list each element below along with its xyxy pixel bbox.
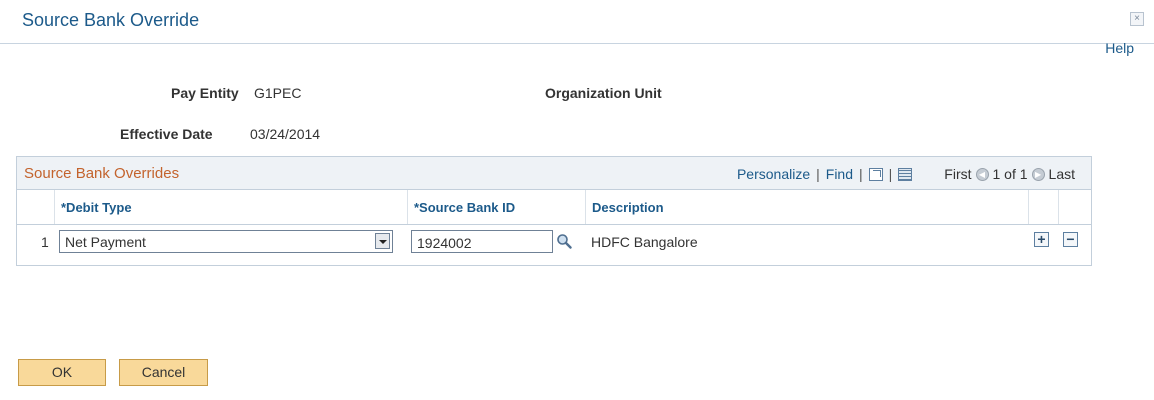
separator: | (888, 166, 893, 182)
column-header-description: Description (586, 190, 1029, 224)
debit-type-value: Net Payment (65, 234, 146, 250)
first-label: First (944, 166, 972, 182)
dialog-titlebar: Source Bank Override × (0, 0, 1154, 44)
column-header-source-bank-id[interactable]: *Source Bank ID (408, 190, 586, 224)
effective-date-label: Effective Date (120, 126, 213, 142)
source-bank-overrides-grid: Source Bank Overrides Personalize | Find… (16, 156, 1092, 266)
last-label: Last (1048, 166, 1075, 182)
magnifier-icon[interactable] (556, 233, 572, 249)
previous-arrow-icon[interactable]: ◀ (975, 167, 989, 181)
view-all-icon[interactable] (868, 167, 883, 181)
next-arrow-icon[interactable]: ▶ (1031, 167, 1045, 181)
dialog-title: Source Bank Override (22, 10, 200, 30)
cancel-button[interactable]: Cancel (119, 359, 208, 386)
add-column-header (1029, 190, 1059, 224)
ok-button[interactable]: OK (18, 359, 106, 386)
separator: | (816, 166, 820, 182)
close-icon[interactable]: × (1130, 12, 1144, 26)
organization-unit-label: Organization Unit (545, 85, 662, 101)
table-row: 1 Net Payment HDFC Bangalore + − (17, 224, 1091, 263)
chevron-down-icon[interactable] (375, 233, 390, 249)
personalize-link[interactable]: Personalize (737, 166, 810, 182)
row-number: 1 (41, 234, 49, 250)
grid-title: Source Bank Overrides (24, 165, 180, 182)
delete-row-icon[interactable]: − (1063, 232, 1078, 247)
grid-header: Source Bank Overrides Personalize | Find… (17, 157, 1091, 190)
page-info: 1 of 1 (992, 166, 1028, 182)
description-value: HDFC Bangalore (591, 234, 698, 250)
add-row-icon[interactable]: + (1034, 232, 1049, 247)
row-number-column-header (17, 190, 55, 224)
debit-type-select[interactable]: Net Payment (59, 230, 393, 253)
delete-column-header (1059, 190, 1091, 224)
help-link[interactable]: Help (1105, 40, 1134, 56)
pay-entity-value: G1PEC (254, 85, 302, 101)
pay-entity-label: Pay Entity (171, 85, 239, 101)
effective-date-value: 03/24/2014 (250, 126, 321, 142)
column-header-debit-type[interactable]: *Debit Type (55, 190, 408, 224)
source-bank-id-input[interactable] (411, 230, 553, 253)
download-grid-icon[interactable] (898, 167, 913, 181)
separator: | (859, 166, 863, 182)
find-link[interactable]: Find (826, 166, 853, 182)
grid-navigation: Personalize | Find | | First ◀ 1 of 1 ▶ … (737, 166, 1075, 182)
